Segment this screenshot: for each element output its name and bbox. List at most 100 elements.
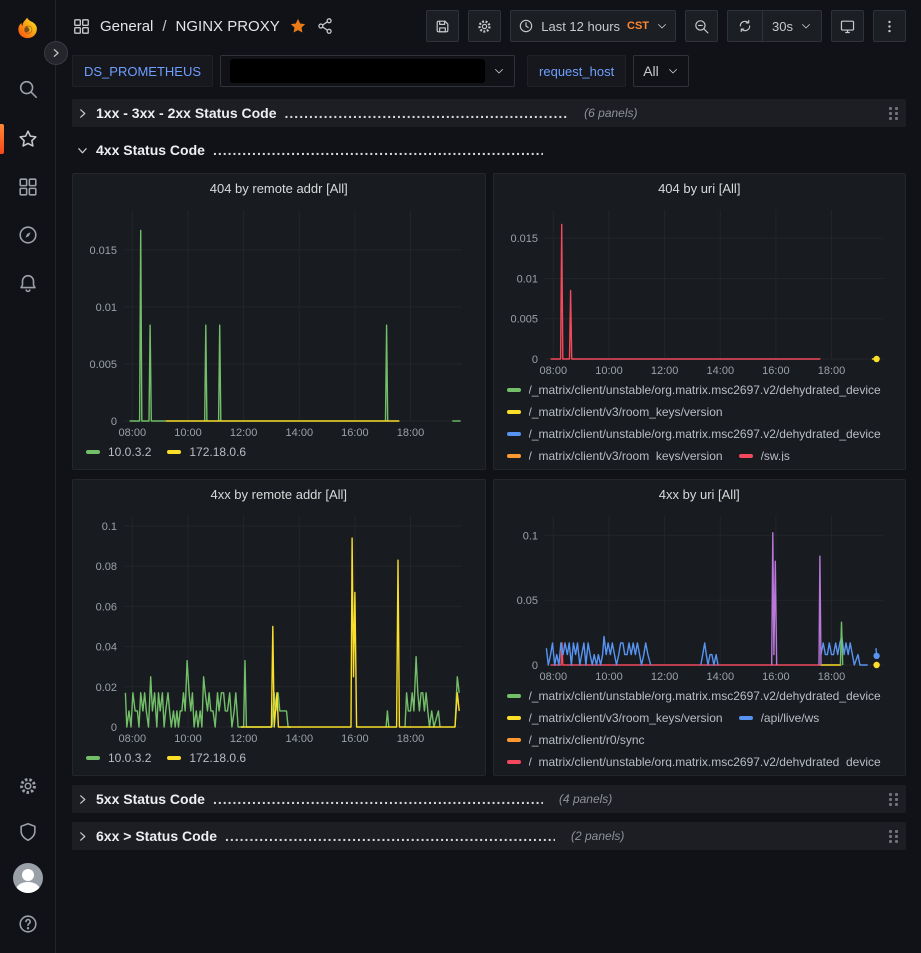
chevron-down-icon	[493, 65, 505, 77]
share-icon[interactable]	[316, 17, 334, 35]
chart-canvas: 00.0050.010.01508:0010:0012:0014:0016:00…	[82, 202, 476, 442]
timeseries-chart[interactable]: 00.050.108:0010:0012:0014:0016:0018:00	[503, 508, 897, 686]
legend-item[interactable]: 172.18.0.6	[167, 748, 246, 768]
row-header-6xx[interactable]: 6xx > Status Code ......................…	[72, 822, 906, 850]
legend-item[interactable]: /_matrix/client/r0/sync	[507, 730, 645, 750]
x-tick-label: 18:00	[397, 427, 425, 439]
sidebar-item-server-admin[interactable]	[0, 809, 55, 855]
sidebar-item-explore[interactable]	[0, 212, 55, 258]
row-header-5xx[interactable]: 5xx Status Code ........................…	[72, 785, 906, 813]
chevron-right-icon	[77, 831, 88, 842]
chevron-down-icon	[800, 20, 812, 32]
cycle-view-mode-button[interactable]	[831, 10, 864, 42]
sidebar-item-alerting[interactable]	[0, 260, 55, 306]
row-leader-dots: ........................................…	[213, 791, 543, 807]
x-tick-label: 10:00	[174, 733, 202, 745]
sidebar-item-starred[interactable]	[0, 116, 55, 162]
x-tick-label: 08:00	[119, 427, 147, 439]
timezone-label: CST	[627, 20, 649, 32]
row-title: 5xx Status Code	[96, 791, 205, 807]
gear-icon	[476, 18, 493, 35]
legend-item[interactable]: 10.0.3.2	[86, 442, 151, 462]
dashboard-title[interactable]: NGINX PROXY	[176, 18, 280, 35]
legend-item[interactable]: /_matrix/client/v3/room_keys/version	[507, 402, 723, 422]
series-line	[386, 325, 388, 421]
legend-item[interactable]: /_matrix/client/v3/room_keys/version	[507, 708, 723, 728]
legend-item[interactable]: /_matrix/client/unstable/org.matrix.msc2…	[507, 424, 881, 444]
breadcrumb: General / NGINX PROXY	[72, 17, 334, 36]
x-tick-label: 10:00	[595, 671, 623, 683]
x-tick-label: 08:00	[539, 671, 567, 683]
legend-label: /_matrix/client/unstable/org.matrix.msc2…	[529, 755, 881, 767]
x-tick-label: 12:00	[230, 427, 258, 439]
legend-swatch	[86, 450, 100, 454]
legend-item[interactable]: /_matrix/client/v3/room_keys/version	[507, 446, 723, 461]
refresh-button[interactable]	[728, 11, 762, 41]
sidebar-item-search[interactable]	[0, 66, 55, 112]
row-header-4xx[interactable]: 4xx Status Code ........................…	[72, 136, 906, 164]
legend-item[interactable]: /_matrix/client/unstable/org.matrix.msc2…	[507, 686, 881, 706]
y-tick-label: 0.01	[96, 302, 117, 314]
legend-swatch	[507, 432, 521, 436]
panel-title[interactable]: 404 by uri [All]	[503, 174, 897, 202]
favorite-star-icon[interactable]	[289, 17, 307, 35]
refresh-interval-dropdown[interactable]: 30s	[762, 11, 821, 41]
series-line	[550, 225, 820, 360]
y-tick-label: 0.02	[96, 682, 117, 694]
row-drag-handle[interactable]	[889, 793, 898, 806]
panel-title[interactable]: 4xx by remote addr [All]	[82, 480, 476, 508]
refresh-group: 30s	[727, 10, 822, 42]
series-line	[840, 622, 842, 665]
y-tick-label: 0.08	[96, 561, 117, 573]
legend-item[interactable]: /sw.js	[739, 446, 790, 461]
datasource-select[interactable]	[220, 55, 515, 87]
legend-label: /_matrix/client/unstable/org.matrix.msc2…	[529, 689, 881, 703]
x-tick-label: 16:00	[762, 671, 790, 683]
y-tick-label: 0	[111, 416, 117, 428]
grafana-app: General / NGINX PROXY Last 12 hours CST	[0, 0, 921, 953]
panel-title[interactable]: 404 by remote addr [All]	[82, 174, 476, 202]
row-drag-handle[interactable]	[889, 107, 898, 120]
x-tick-label: 14:00	[286, 733, 314, 745]
time-range-picker[interactable]: Last 12 hours CST	[510, 10, 676, 42]
dashboard-toolbar: Last 12 hours CST 30s	[426, 10, 906, 42]
legend-label: 172.18.0.6	[189, 445, 246, 459]
legend-item[interactable]: /_matrix/client/unstable/org.matrix.msc2…	[507, 752, 881, 767]
more-options-button[interactable]	[873, 10, 906, 42]
chart-canvas: 00.050.108:0010:0012:0014:0016:0018:00	[503, 508, 897, 686]
timeseries-chart[interactable]: 00.0050.010.01508:0010:0012:0014:0016:00…	[503, 202, 897, 380]
timeseries-chart[interactable]: 00.0050.010.01508:0010:0012:0014:0016:00…	[82, 202, 476, 442]
zoom-out-time-button[interactable]	[685, 10, 718, 42]
sidebar-item-dashboards[interactable]	[0, 164, 55, 210]
x-tick-label: 18:00	[397, 733, 425, 745]
chevron-right-icon	[77, 794, 88, 805]
request-host-value: All	[643, 63, 659, 79]
save-dashboard-button[interactable]	[426, 10, 459, 42]
row-header-1xx[interactable]: 1xx - 3xx - 2xx Status Code ............…	[72, 99, 906, 127]
dashboard-settings-button[interactable]	[468, 10, 501, 42]
legend-item[interactable]: 10.0.3.2	[86, 748, 151, 768]
timeseries-chart[interactable]: 00.020.040.060.080.108:0010:0012:0014:00…	[82, 508, 476, 748]
sidebar-expand-button[interactable]	[44, 41, 68, 65]
legend-item[interactable]: /_matrix/client/unstable/org.matrix.msc2…	[507, 380, 881, 400]
sidebar-item-help[interactable]	[0, 901, 55, 947]
x-tick-label: 16:00	[341, 427, 369, 439]
sidebar	[0, 0, 56, 953]
breadcrumb-section[interactable]: General	[100, 18, 153, 35]
panel-title[interactable]: 4xx by uri [All]	[503, 480, 897, 508]
save-icon	[434, 18, 451, 35]
star-icon	[17, 128, 39, 150]
legend-item[interactable]: 172.18.0.6	[167, 442, 246, 462]
sidebar-bottom-group	[0, 763, 55, 953]
legend-item[interactable]: /api/live/ws	[739, 708, 820, 728]
time-range-label: Last 12 hours	[541, 19, 620, 34]
variables-bar: DS_PROMETHEUS request_host All	[56, 52, 921, 97]
x-tick-label: 12:00	[650, 365, 678, 377]
sidebar-item-configuration[interactable]	[0, 763, 55, 809]
request-host-select[interactable]: All	[633, 55, 689, 87]
sidebar-item-profile[interactable]	[0, 855, 55, 901]
row-drag-handle[interactable]	[889, 830, 898, 843]
legend-swatch	[507, 738, 521, 742]
row-panel-count: (2 panels)	[571, 829, 624, 843]
series-line	[130, 231, 166, 422]
